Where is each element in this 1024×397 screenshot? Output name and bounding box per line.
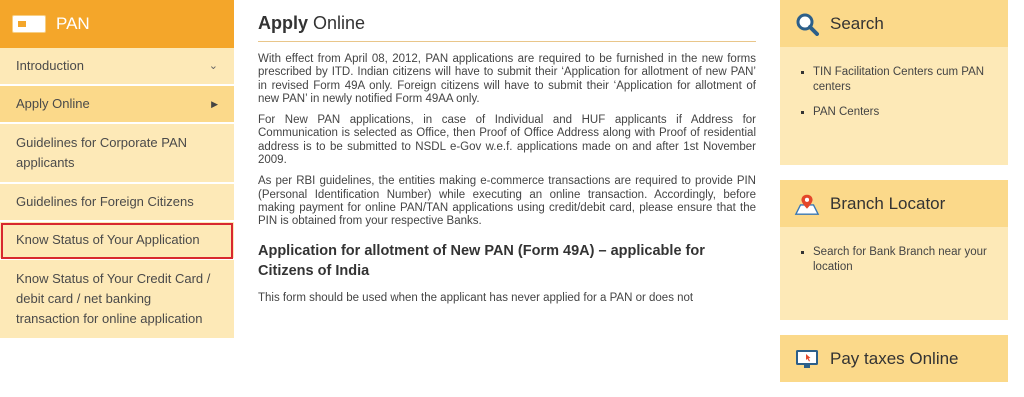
map-pin-icon <box>794 192 820 216</box>
sidebar-item-label: Guidelines for Foreign Citizens <box>16 194 194 209</box>
branch-locator-panel: Branch Locator Search for Bank Branch ne… <box>780 180 1008 320</box>
sidebar-item-corporate-guidelines[interactable]: Guidelines for Corporate PAN applicants <box>0 124 234 184</box>
pay-panel-header: Pay taxes Online <box>780 335 1008 382</box>
main-content: Apply Online With effect from April 08, … <box>258 0 756 313</box>
sidebar-header: PAN <box>0 0 234 48</box>
link-tin-facilitation-centers[interactable]: TIN Facilitation Centers cum PAN centers <box>813 65 996 95</box>
link-pan-centers[interactable]: PAN Centers <box>813 105 996 120</box>
branch-panel-body: Search for Bank Branch near your locatio… <box>780 227 1008 320</box>
chevron-down-icon: ⌄ <box>208 60 218 72</box>
paragraph-forms: With effect from April 08, 2012, PAN app… <box>258 53 756 105</box>
right-panels: Search TIN Facilitation Centers cum PAN … <box>780 0 1008 397</box>
sidebar-item-label: Apply Online <box>16 96 90 111</box>
page-title-rest: Online <box>308 13 366 33</box>
paragraph-rbi-guidelines: As per RBI guidelines, the entities maki… <box>258 175 756 228</box>
pay-panel-title[interactable]: Pay taxes Online <box>830 349 959 369</box>
sidebar-item-introduction[interactable]: Introduction ⌄ <box>0 48 234 86</box>
page-title-bold: Apply <box>258 13 309 33</box>
search-panel-title: Search <box>830 13 884 33</box>
search-panel-body: TIN Facilitation Centers cum PAN centers… <box>780 47 1008 165</box>
search-panel: Search TIN Facilitation Centers cum PAN … <box>780 0 1008 165</box>
caret-right-icon: ▶ <box>211 99 218 109</box>
sidebar-item-label: Know Status of Your Application <box>16 232 200 247</box>
branch-panel-title: Branch Locator <box>830 193 946 213</box>
paragraph-address-proof: For New PAN applications, in case of Ind… <box>258 114 756 167</box>
title-divider <box>258 41 756 42</box>
sidebar-title: PAN <box>56 14 90 33</box>
magnifier-icon <box>794 12 820 36</box>
branch-panel-header: Branch Locator <box>780 180 1008 227</box>
page-title: Apply Online <box>258 0 756 34</box>
pay-taxes-panel: Pay taxes Online <box>780 335 1008 382</box>
search-panel-header: Search <box>780 0 1008 47</box>
paragraph-form-usage: This form should be used when the applic… <box>258 291 694 304</box>
pan-sidebar: PAN Introduction ⌄ Apply Online ▶ Guidel… <box>0 0 234 340</box>
sidebar-item-label: Know Status of Your Credit Card / debit … <box>16 271 211 326</box>
monitor-icon <box>794 347 820 371</box>
sidebar-item-know-status[interactable]: Know Status of Your Application <box>0 222 234 260</box>
sidebar-item-apply-online[interactable]: Apply Online ▶ <box>0 86 234 124</box>
link-search-bank-branch[interactable]: Search for Bank Branch near your locatio… <box>813 245 996 275</box>
search-links: TIN Facilitation Centers cum PAN centers… <box>796 65 996 120</box>
branch-links: Search for Bank Branch near your locatio… <box>796 245 996 275</box>
sidebar-item-payment-status[interactable]: Know Status of Your Credit Card / debit … <box>0 260 234 340</box>
sidebar-item-label: Introduction <box>16 58 84 73</box>
pan-card-icon <box>12 15 46 33</box>
sidebar-item-foreign-guidelines[interactable]: Guidelines for Foreign Citizens <box>0 184 234 222</box>
sidebar-item-label: Guidelines for Corporate PAN applicants <box>16 135 188 170</box>
form-49a-heading: Application for allotment of New PAN (Fo… <box>258 242 705 279</box>
sidebar-menu: Introduction ⌄ Apply Online ▶ Guidelines… <box>0 48 234 340</box>
